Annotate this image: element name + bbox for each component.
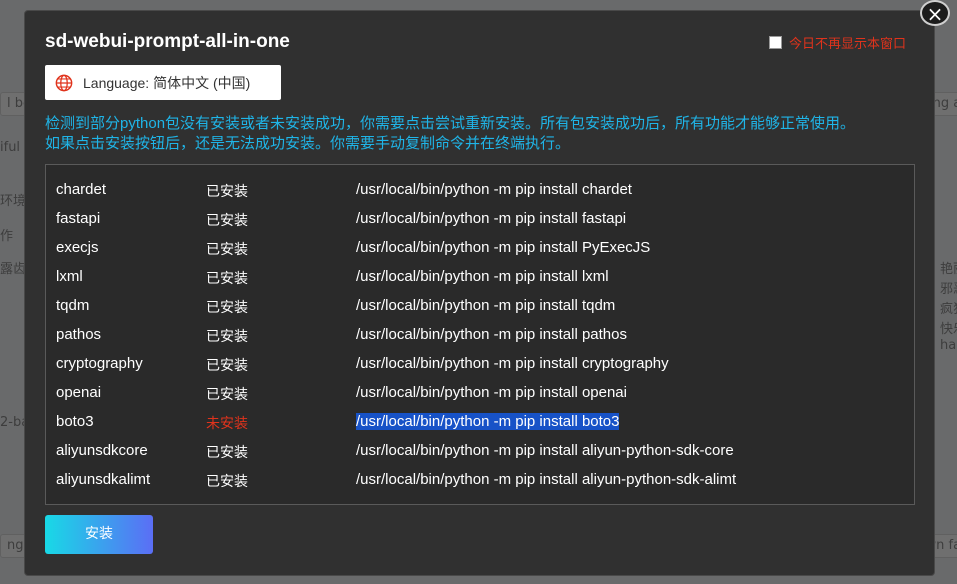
package-status: 已安装 <box>206 444 248 460</box>
package-install-command[interactable]: /usr/local/bin/python -m pip install tqd… <box>356 297 615 314</box>
dialog-title: sd-webui-prompt-all-in-one <box>45 31 290 52</box>
package-name: tqdm <box>56 297 90 314</box>
package-name: aliyunsdkcore <box>56 442 148 459</box>
package-install-command[interactable]: /usr/local/bin/python -m pip install ope… <box>356 384 627 401</box>
package-install-command[interactable]: /usr/local/bin/python -m pip install ali… <box>356 442 734 459</box>
package-install-command[interactable]: /usr/local/bin/python -m pip install cry… <box>356 355 669 372</box>
package-row: boto3 未安装/usr/local/bin/python -m pip ins… <box>56 413 906 435</box>
language-label: Language: 简体中文 (中国) <box>83 74 251 91</box>
dismiss-today-option[interactable]: 今日不再显示本窗口 <box>769 33 906 52</box>
package-name: lxml <box>56 268 83 285</box>
package-row: execjs 已安装/usr/local/bin/python -m pip in… <box>56 239 906 261</box>
install-button[interactable]: 安装 <box>45 515 153 554</box>
install-notice-line-2: 如果点击安装按钮后，还是无法成功安装。你需要手动复制命令并在终端执行。 <box>45 135 571 152</box>
dismiss-today-label: 今日不再显示本窗口 <box>789 37 907 52</box>
install-notice-line-1: 检测到部分python包没有安装或者未安装成功，你需要点击尝试重新安装。所有包安… <box>45 115 856 132</box>
package-status: 已安装 <box>206 357 248 373</box>
package-row: chardet 已安装/usr/local/bin/python -m pip i… <box>56 181 906 203</box>
package-row: fastapi 已安装/usr/local/bin/python -m pip i… <box>56 210 906 232</box>
package-name: aliyunsdkalimt <box>56 471 151 488</box>
package-status: 已安装 <box>206 328 248 344</box>
package-status: 已安装 <box>206 473 248 489</box>
dismiss-today-checkbox[interactable] <box>769 36 782 49</box>
package-row: openai 已安装/usr/local/bin/python -m pip in… <box>56 384 906 406</box>
package-name: openai <box>56 384 102 401</box>
package-status: 已安装 <box>206 183 248 199</box>
package-status: 已安装 <box>206 270 248 286</box>
package-install-command[interactable]: /usr/local/bin/python -m pip install cha… <box>356 181 632 198</box>
package-row: lxml 已安装/usr/local/bin/python -m pip inst… <box>56 268 906 290</box>
globe-icon <box>55 74 73 91</box>
package-list: chardet 已安装/usr/local/bin/python -m pip i… <box>45 164 915 505</box>
install-notice: 检测到部分python包没有安装或者未安装成功，你需要点击尝试重新安装。所有包安… <box>45 114 925 154</box>
package-install-command[interactable]: /usr/local/bin/python -m pip install lxm… <box>356 268 609 285</box>
package-name: chardet <box>56 181 107 198</box>
package-status: 已安装 <box>206 241 248 257</box>
package-name: boto3 <box>56 413 94 430</box>
package-row: pathos 已安装/usr/local/bin/python -m pip in… <box>56 326 906 348</box>
dependency-install-dialog: sd-webui-prompt-all-in-one 今日不再显示本窗口 Lan… <box>24 10 935 576</box>
language-selector[interactable]: Language: 简体中文 (中国) <box>45 65 281 100</box>
package-status: 已安装 <box>206 386 248 402</box>
package-install-command[interactable]: /usr/local/bin/python -m pip install pat… <box>356 326 627 343</box>
package-install-command[interactable]: /usr/local/bin/python -m pip install bot… <box>356 413 620 430</box>
package-row: aliyunsdkcore 已安装/usr/local/bin/python -m… <box>56 442 906 464</box>
package-status: 已安装 <box>206 299 248 315</box>
package-row: aliyunsdkalimt 已安装/usr/local/bin/python -… <box>56 471 906 493</box>
package-status: 未安装 <box>206 415 248 431</box>
package-status: 已安装 <box>206 212 248 228</box>
package-name: execjs <box>56 239 99 256</box>
close-icon[interactable]: × <box>920 0 950 26</box>
package-install-command[interactable]: /usr/local/bin/python -m pip install ali… <box>356 471 736 488</box>
package-name: cryptography <box>56 355 143 372</box>
package-install-command[interactable]: /usr/local/bin/python -m pip install PyE… <box>356 239 650 256</box>
package-name: fastapi <box>56 210 101 227</box>
package-row: cryptography 已安装/usr/local/bin/python -m … <box>56 355 906 377</box>
package-name: pathos <box>56 326 102 343</box>
package-row: tqdm 已安装/usr/local/bin/python -m pip inst… <box>56 297 906 319</box>
package-install-command[interactable]: /usr/local/bin/python -m pip install fas… <box>356 210 626 227</box>
